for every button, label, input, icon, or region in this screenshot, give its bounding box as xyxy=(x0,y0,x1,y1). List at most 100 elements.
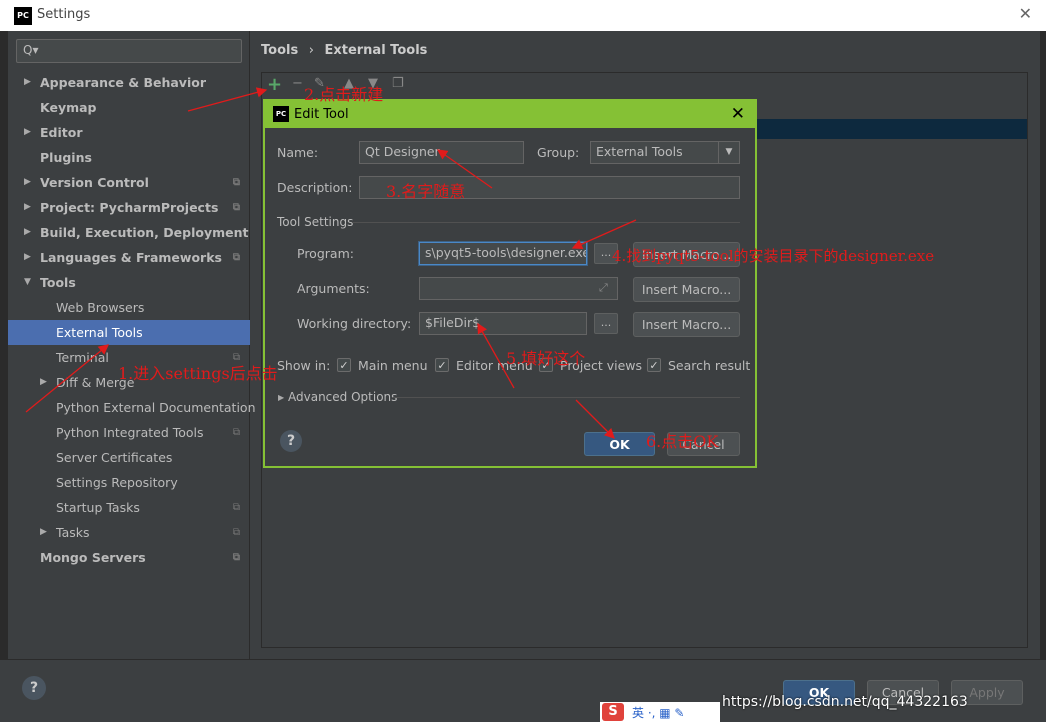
copy-tool-icon[interactable]: ❐ xyxy=(392,76,404,91)
sidebar-item-python-integrated-tools[interactable]: Python Integrated Tools ⧉ xyxy=(8,420,250,445)
search-result-checkbox[interactable]: ✓ xyxy=(647,358,661,372)
program-input[interactable]: s\pyqt5-tools\designer.exe xyxy=(419,242,587,265)
sidebar-item-label: Languages & Frameworks xyxy=(40,250,222,265)
sidebar-item-keymap[interactable]: Keymap xyxy=(8,95,250,120)
sidebar-item-startup-tasks[interactable]: Startup Tasks ⧉ xyxy=(8,495,250,520)
advanced-options-toggle[interactable]: Advanced Options xyxy=(288,390,397,404)
annotation-2: 2.点击新建 xyxy=(304,85,384,104)
add-tool-icon[interactable]: + xyxy=(267,74,282,95)
sidebar-item-label: Startup Tasks xyxy=(56,500,140,515)
tools-list-selected-row[interactable] xyxy=(756,119,1027,139)
sidebar-item-label: Editor xyxy=(40,125,83,140)
breadcrumb-separator-icon: › xyxy=(308,43,314,58)
annotation-6: 6.点击OK xyxy=(646,432,719,451)
sidebar-item-label: Settings Repository xyxy=(56,475,178,490)
working-directory-input[interactable]: $FileDir$ xyxy=(419,312,587,335)
chevron-right-icon[interactable]: ▶ xyxy=(24,170,31,195)
working-directory-insert-macro-button[interactable]: Insert Macro... xyxy=(633,312,740,337)
dialog-close-icon[interactable]: ✕ xyxy=(731,104,745,124)
arguments-label: Arguments: xyxy=(297,281,370,296)
sidebar-item-web-browsers[interactable]: Web Browsers xyxy=(8,295,250,320)
arguments-insert-macro-button[interactable]: Insert Macro... xyxy=(633,277,740,302)
group-select-value: External Tools xyxy=(596,144,683,159)
dialog-title: Edit Tool xyxy=(294,107,349,122)
chevron-right-icon[interactable]: ▶ xyxy=(40,520,47,545)
group-label: Group: xyxy=(537,145,580,160)
sidebar-item-label: Project: PycharmProjects xyxy=(40,200,219,215)
project-level-icon: ⧉ xyxy=(232,427,240,438)
pycharm-logo-icon: PC xyxy=(273,106,289,122)
chevron-right-icon[interactable]: ▶ xyxy=(40,370,47,395)
advanced-options-arrow-icon[interactable]: ▶ xyxy=(278,393,284,402)
search-icon: Q▾ xyxy=(23,43,39,57)
working-directory-label: Working directory: xyxy=(297,316,412,331)
search-result-label: Search result xyxy=(668,358,751,373)
sidebar-item-settings-repository[interactable]: Settings Repository xyxy=(8,470,250,495)
sidebar-item-label: Appearance & Behavior xyxy=(40,75,206,90)
sidebar-item-build-execution-deployment[interactable]: ▶ Build, Execution, Deployment xyxy=(8,220,250,245)
project-level-icon: ⧉ xyxy=(232,502,240,513)
remove-tool-icon[interactable]: − xyxy=(292,76,303,91)
project-level-icon: ⧉ xyxy=(232,177,240,188)
csdn-watermark: https://blog.csdn.net/qq_44322163 xyxy=(722,694,968,710)
annotation-1: 1.进入settings后点击 xyxy=(118,364,278,383)
chevron-right-icon[interactable]: ▶ xyxy=(24,120,31,145)
sidebar-item-python-external-documentation[interactable]: Python External Documentation xyxy=(8,395,256,420)
sidebar-item-label: Plugins xyxy=(40,150,92,165)
annotation-3: 3.名字随意 xyxy=(386,182,466,201)
sidebar-item-label: Tools xyxy=(40,275,76,290)
project-level-icon: ⧉ xyxy=(232,252,240,263)
tool-settings-label: Tool Settings xyxy=(277,215,354,229)
dialog-help-icon[interactable]: ? xyxy=(280,430,302,452)
window-title: Settings xyxy=(37,7,91,22)
chevron-right-icon[interactable]: ▶ xyxy=(24,195,31,220)
sidebar-item-label: External Tools xyxy=(56,325,143,340)
sidebar-item-appearance-behavior[interactable]: ▶ Appearance & Behavior xyxy=(8,70,250,95)
sidebar-item-tasks[interactable]: ▶ Tasks ⧉ xyxy=(8,520,250,545)
sidebar-item-tools[interactable]: ▼ Tools xyxy=(8,270,250,295)
background-ide-strip-left xyxy=(0,31,8,691)
arguments-input[interactable] xyxy=(419,277,618,300)
working-directory-browse-button[interactable]: ... xyxy=(594,313,618,334)
sidebar-item-plugins[interactable]: Plugins xyxy=(8,145,250,170)
sidebar-item-version-control[interactable]: ▶ Version Control ⧉ xyxy=(8,170,250,195)
sidebar-item-project-pycharmprojects[interactable]: ▶ Project: PycharmProjects ⧉ xyxy=(8,195,250,220)
window-close-icon[interactable]: ✕ xyxy=(1019,4,1032,23)
annotation-5: 5.填好这个 xyxy=(506,349,586,368)
settings-help-icon[interactable]: ? xyxy=(22,676,46,700)
name-input[interactable]: Qt Designer xyxy=(359,141,524,164)
program-label: Program: xyxy=(297,246,354,261)
main-menu-checkbox[interactable]: ✓ xyxy=(337,358,351,372)
chevron-right-icon[interactable]: ▶ xyxy=(24,220,31,245)
sidebar-item-label: Build, Execution, Deployment xyxy=(40,225,249,240)
breadcrumb: Tools › External Tools xyxy=(261,43,427,58)
sidebar-item-editor[interactable]: ▶ Editor xyxy=(8,120,250,145)
pycharm-logo-icon: PC xyxy=(14,7,32,25)
chevron-right-icon[interactable]: ▶ xyxy=(24,245,31,270)
sidebar-item-mongo-servers[interactable]: Mongo Servers ⧉ xyxy=(8,545,250,570)
background-ide-strip-right xyxy=(1040,31,1046,691)
sidebar-item-external-tools[interactable]: External Tools xyxy=(8,320,250,345)
sidebar-item-label: Server Certificates xyxy=(56,450,173,465)
annotation-4: 4.找到pyqt5-tool的安装目录下的designer.exe xyxy=(612,247,935,265)
sidebar-item-server-certificates[interactable]: Server Certificates xyxy=(8,445,250,470)
breadcrumb-leaf: External Tools xyxy=(324,43,428,58)
settings-search-input[interactable]: Q▾ xyxy=(16,39,242,63)
project-level-icon: ⧉ xyxy=(232,527,240,538)
sidebar-item-label: Web Browsers xyxy=(56,300,145,315)
expand-icon[interactable]: ⤢ xyxy=(599,281,608,295)
editor-menu-checkbox[interactable]: ✓ xyxy=(435,358,449,372)
tool-settings-divider xyxy=(352,222,740,223)
main-menu-label: Main menu xyxy=(358,358,428,373)
window-titlebar: PC Settings ✕ xyxy=(0,0,1046,31)
breadcrumb-root[interactable]: Tools xyxy=(261,43,298,58)
group-select[interactable]: External Tools ▼ xyxy=(590,141,740,164)
sidebar-item-label: Tasks xyxy=(56,525,90,540)
chevron-down-icon[interactable]: ▼ xyxy=(24,270,31,295)
ime-toolbar[interactable]: S 英 ·, ▦ ✎ xyxy=(600,702,720,722)
dialog-ok-button[interactable]: OK xyxy=(584,432,655,456)
advanced-options-divider xyxy=(393,397,740,398)
chevron-right-icon[interactable]: ▶ xyxy=(24,70,31,95)
project-level-icon: ⧉ xyxy=(232,552,240,563)
sidebar-item-languages-frameworks[interactable]: ▶ Languages & Frameworks ⧉ xyxy=(8,245,250,270)
